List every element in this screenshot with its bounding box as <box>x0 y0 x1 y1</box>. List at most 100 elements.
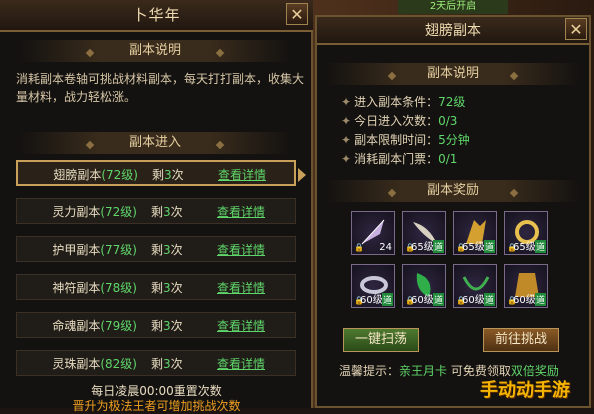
remain-number: 3 <box>163 243 171 257</box>
remain-number: 3 <box>163 319 171 333</box>
remain-prefix: 剩 <box>151 243 164 257</box>
tip-card-link[interactable]: 亲王月卡 <box>399 364 447 378</box>
item-level: 65级 <box>513 242 536 253</box>
reward-slot[interactable]: 🔒 65级道 <box>402 211 446 255</box>
left-panel-titlebar: 卜华年 <box>0 0 313 32</box>
dungeon-row[interactable]: 灵珠副本(82级) 剩3次 查看详情 <box>16 350 296 376</box>
dungeon-name-text: 护甲副本 <box>52 243 101 257</box>
dungeon-row[interactable]: 翅膀副本(72级) 剩3次 查看详情 <box>16 160 296 186</box>
dungeon-level: (72级) <box>100 205 137 219</box>
remain-prefix: 剩 <box>151 205 164 219</box>
bullet-icon: ✦ <box>341 95 352 109</box>
dungeon-name: 命魂副本(79级) <box>17 317 137 334</box>
challenge-button[interactable]: 前往挑战 <box>483 328 559 352</box>
info-label: 副本限制时间： <box>354 133 439 147</box>
dungeon-name: 神符副本(78级) <box>17 279 137 296</box>
remain-prefix: 剩 <box>151 319 164 333</box>
remain-suffix: 次 <box>170 243 183 257</box>
remain-suffix: 次 <box>170 205 183 219</box>
dungeon-row[interactable]: 命魂副本(79级) 剩3次 查看详情 <box>16 312 296 338</box>
remain-number: 3 <box>163 281 171 295</box>
item-level: 65级 <box>411 242 434 253</box>
view-details-link[interactable]: 查看详情 <box>217 241 265 258</box>
dungeon-name-text: 命魂副本 <box>52 319 101 333</box>
remaining-count: 剩3次 <box>151 241 183 258</box>
reward-slot[interactable]: 🔒 60级道 <box>351 264 395 308</box>
left-close-button[interactable]: ✕ <box>286 3 308 25</box>
reward-slot[interactable]: 🔒 65级道 <box>504 211 548 255</box>
view-details-link[interactable]: 查看详情 <box>217 203 265 220</box>
detail-desc-header: 副本说明 <box>327 63 579 85</box>
bullet-icon: ✦ <box>341 114 352 128</box>
item-count: 24 <box>379 242 392 253</box>
reward-slot[interactable]: 🔒 60级道 <box>402 264 446 308</box>
view-details-link[interactable]: 查看详情 <box>217 355 265 372</box>
view-details-link[interactable]: 查看详情 <box>217 279 265 296</box>
dungeon-row[interactable]: 护甲副本(77级) 剩3次 查看详情 <box>16 236 296 262</box>
bullet-icon: ✦ <box>341 133 352 147</box>
right-close-button[interactable]: ✕ <box>565 18 587 40</box>
remain-prefix: 剩 <box>151 357 164 371</box>
item-tag: 道 <box>534 293 546 306</box>
item-tag: 道 <box>483 293 495 306</box>
info-value: 5分钟 <box>438 133 470 147</box>
remaining-count: 剩3次 <box>151 203 183 220</box>
item-tag: 道 <box>483 240 495 253</box>
info-label: 今日进入次数： <box>354 114 439 128</box>
remain-suffix: 次 <box>170 319 183 333</box>
dungeon-name: 灵珠副本(82级) <box>17 355 137 372</box>
info-line: ✦ 副本限制时间：5分钟 <box>341 131 470 148</box>
right-panel-title: 翅膀副本 <box>425 23 481 39</box>
event-badge: 2天后开启 <box>398 0 508 14</box>
right-panel-titlebar: 翅膀副本 <box>317 17 589 45</box>
item-tag: 道 <box>381 293 393 306</box>
item-level: 60级 <box>513 295 536 306</box>
reward-slot[interactable]: 🔒 65级道 <box>453 211 497 255</box>
dungeon-name-text: 灵珠副本 <box>52 357 101 371</box>
dungeon-name-text: 神符副本 <box>52 281 101 295</box>
info-value: 0/1 <box>438 152 458 166</box>
dungeon-row[interactable]: 神符副本(78级) 剩3次 查看详情 <box>16 274 296 300</box>
desc-text: 消耗副本卷轴可挑战材料副本，每天打打副本，收集大量材料，战力轻松涨。 <box>16 72 305 104</box>
dungeon-row[interactable]: 灵力副本(72级) 剩3次 查看详情 <box>16 198 296 224</box>
watermark: 手动动手游 <box>480 380 570 401</box>
enter-section-header: 副本进入 <box>20 132 290 154</box>
item-level: 60级 <box>462 295 485 306</box>
remain-prefix: 剩 <box>152 168 165 182</box>
sweep-button[interactable]: 一键扫荡 <box>343 328 419 352</box>
dungeon-list-panel: 卜华年 ✕ 副本说明 消耗副本卷轴可挑战材料副本，每天打打副本，收集大量材料，战… <box>0 0 313 413</box>
remain-suffix: 次 <box>171 168 184 182</box>
remaining-count: 剩3次 <box>152 166 184 183</box>
remain-suffix: 次 <box>170 357 183 371</box>
desc-section-header: 副本说明 <box>20 40 290 62</box>
reward-slot[interactable]: 🔒 24 <box>351 211 395 255</box>
dungeon-level: (82级) <box>100 357 137 371</box>
remaining-count: 剩3次 <box>151 317 183 334</box>
info-label: 消耗副本门票： <box>354 152 439 166</box>
remain-number: 3 <box>164 168 172 182</box>
dungeon-name: 灵力副本(72级) <box>17 203 137 220</box>
remaining-count: 剩3次 <box>151 355 183 372</box>
item-level: 60级 <box>360 295 383 306</box>
info-value: 72级 <box>438 95 466 109</box>
view-details-link[interactable]: 查看详情 <box>218 166 266 183</box>
dungeon-level: (78级) <box>100 281 137 295</box>
view-details-link[interactable]: 查看详情 <box>217 317 265 334</box>
reward-slot[interactable]: 🔒 60级道 <box>453 264 497 308</box>
item-tag: 道 <box>534 240 546 253</box>
info-label: 进入副本条件： <box>354 95 439 109</box>
left-panel-title: 卜华年 <box>132 6 181 24</box>
dungeon-level: (72级) <box>101 168 138 182</box>
dungeon-name-text: 翅膀副本 <box>53 168 102 182</box>
reward-slot[interactable]: 🔒 60级道 <box>504 264 548 308</box>
reward-header: 副本奖励 <box>327 180 579 202</box>
lock-icon: 🔒 <box>354 243 364 252</box>
info-line: ✦ 进入副本条件：72级 <box>341 93 465 110</box>
dungeon-level: (77级) <box>100 243 137 257</box>
bullet-icon: ✦ <box>341 152 352 166</box>
dungeon-name-text: 灵力副本 <box>52 205 101 219</box>
item-level: 65级 <box>462 242 485 253</box>
dungeon-name: 翅膀副本(72级) <box>18 166 138 183</box>
remain-suffix: 次 <box>170 281 183 295</box>
dungeon-name: 护甲副本(77级) <box>17 241 137 258</box>
